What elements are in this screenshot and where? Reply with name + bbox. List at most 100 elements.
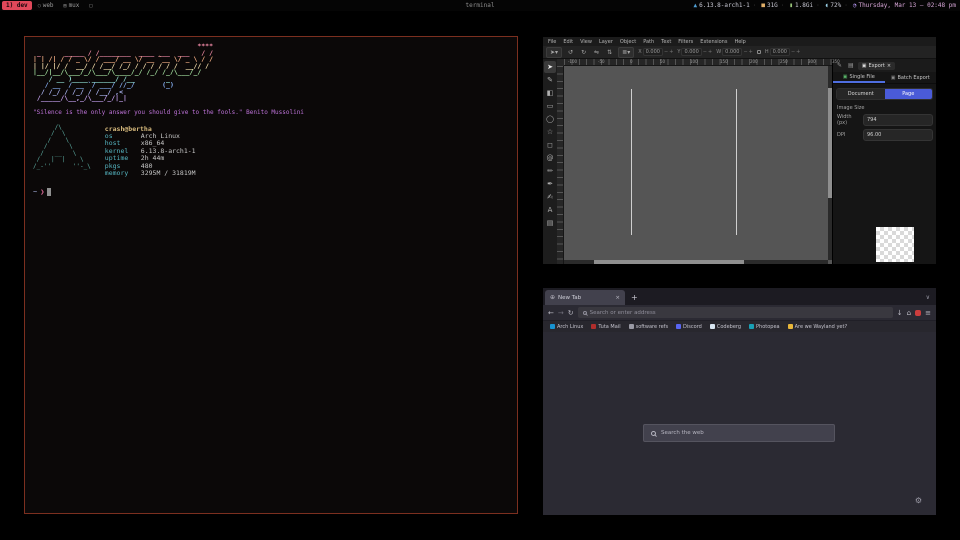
close-icon[interactable]: × — [615, 295, 620, 301]
workspace-dev[interactable]: 1) dev — [2, 1, 32, 10]
node-tool[interactable]: ✎ — [544, 74, 556, 86]
align-dropdown[interactable]: ≣▾ — [618, 47, 634, 58]
inkscape-window[interactable]: File Edit View Layer Object Path Text Fi… — [543, 37, 936, 264]
y-minus-button[interactable]: − — [703, 49, 707, 55]
export-mode-tabs: ▣ Single File ▣ Batch Export — [833, 72, 936, 84]
pencil-tool[interactable]: ✏ — [544, 165, 556, 177]
new-tab-button[interactable]: + — [631, 293, 638, 302]
workspace-mux[interactable]: ▤ mux — [60, 1, 84, 10]
dpi-field[interactable]: 96.00 — [863, 129, 933, 141]
vertical-scrollbar[interactable] — [828, 66, 832, 260]
y-value[interactable]: 0.000 — [681, 48, 701, 56]
tab-single-file[interactable]: ▣ Single File — [833, 72, 885, 83]
menu-file[interactable]: File — [548, 39, 556, 45]
y-plus-button[interactable]: + — [708, 49, 712, 55]
bookmark-discord[interactable]: Discord — [676, 324, 702, 330]
bookmark-photopea[interactable]: Photopea — [749, 324, 780, 330]
ellipse-tool[interactable]: ◯ — [544, 113, 556, 125]
dpi-label: DPI — [837, 132, 861, 138]
document-button[interactable]: Document — [837, 89, 885, 99]
flip-horizontal-icon[interactable]: ⇋ — [592, 49, 601, 56]
back-button[interactable]: ← — [548, 309, 554, 317]
w-value[interactable]: 0.000 — [722, 48, 742, 56]
x-minus-button[interactable]: − — [664, 49, 668, 55]
folder-icon — [629, 324, 634, 329]
forward-button[interactable]: → — [558, 309, 564, 317]
menu-text[interactable]: Text — [661, 39, 671, 45]
x-plus-button[interactable]: + — [669, 49, 673, 55]
close-icon[interactable]: × — [887, 63, 891, 69]
newtab-search-input[interactable]: Search the web — [643, 424, 835, 442]
w-plus-button[interactable]: + — [749, 49, 753, 55]
gradient-tool[interactable]: ▤ — [544, 217, 556, 229]
selector-tool[interactable]: ➤ — [544, 61, 556, 73]
menu-view[interactable]: View — [580, 39, 592, 45]
shell-prompt[interactable]: ~ ❯ — [33, 188, 509, 196]
pen-tool[interactable]: ✒ — [544, 178, 556, 190]
rectangle-tool[interactable]: ▭ — [544, 100, 556, 112]
tab-list-chevron-icon[interactable]: ∨ — [926, 294, 934, 301]
w-spinbox[interactable]: W 0.000 − + — [716, 48, 753, 56]
scrollbar-thumb[interactable] — [594, 260, 744, 264]
h-value[interactable]: 0.000 — [770, 48, 790, 56]
kernel-text: 6.13.8-arch1-1 — [699, 2, 750, 9]
image-size-heading: Image Size — [837, 105, 932, 111]
menu-filters[interactable]: Filters — [678, 39, 693, 45]
box3d-tool[interactable]: ◻ — [544, 139, 556, 151]
tab-new-tab[interactable]: ⊕ New Tab × — [545, 290, 625, 305]
workspace-empty[interactable]: □ — [85, 2, 96, 10]
extension-icon[interactable] — [915, 310, 921, 316]
scrollbar-thumb[interactable] — [828, 88, 832, 198]
menu-object[interactable]: Object — [620, 39, 636, 45]
y-spinbox[interactable]: Y 0.000 − + — [677, 48, 712, 56]
bookmark-label: Are we Wayland yet? — [795, 324, 847, 330]
workspace-web[interactable]: ○ web — [34, 1, 58, 10]
star-tool[interactable]: ☆ — [544, 126, 556, 138]
volume-module[interactable]: ◖ 72% — [816, 2, 841, 9]
gear-icon[interactable]: ⚙ — [915, 496, 922, 505]
ruler-corner-lock-icon[interactable] — [557, 59, 564, 66]
terminal-window[interactable]: **** _ _____ / /________ ____ ___ ___ / … — [24, 36, 518, 514]
menu-icon[interactable]: ≡ — [925, 309, 931, 317]
rotate-cw-icon[interactable]: ↻ — [579, 49, 588, 56]
volume-text: 72% — [830, 2, 841, 9]
h-plus-button[interactable]: + — [796, 49, 800, 55]
home-icon[interactable]: ⌂ — [907, 309, 911, 317]
spiral-tool[interactable]: @ — [544, 152, 556, 164]
x-spinbox[interactable]: X 0.000 − + — [638, 48, 673, 56]
horizontal-scrollbar[interactable] — [564, 260, 828, 264]
lock-ratio-icon[interactable] — [757, 50, 761, 54]
calligraphy-tool[interactable]: ✍ — [544, 191, 556, 203]
flip-vertical-icon[interactable]: ⇅ — [605, 49, 614, 56]
h-minus-button[interactable]: − — [791, 49, 795, 55]
width-field[interactable]: 794 — [863, 114, 933, 126]
url-bar[interactable]: Search or enter address — [578, 307, 893, 318]
menu-help[interactable]: Help — [734, 39, 745, 45]
layers-dock-icon[interactable]: ▤ — [846, 62, 856, 69]
select-mode-dropdown[interactable]: ➤▾ — [546, 47, 562, 58]
inkscape-canvas[interactable]: -100 -50 0 50 100 150 200 250 300 350 — [557, 59, 832, 264]
page-button[interactable]: Page — [885, 89, 933, 99]
h-spinbox[interactable]: H 0.000 − + — [765, 48, 801, 56]
bookmark-are-we-wayland-yet[interactable]: Are we Wayland yet? — [788, 324, 847, 330]
bookmark-arch-linux[interactable]: Arch Linux — [550, 324, 583, 330]
bookmark-codeberg[interactable]: Codeberg — [710, 324, 741, 330]
fetch-row-memory: memory3295M / 31819M — [105, 170, 196, 178]
bookmark-tuta-mail[interactable]: Tuta Mail — [591, 324, 620, 330]
x-value[interactable]: 0.000 — [643, 48, 663, 56]
text-tool[interactable]: A — [544, 204, 556, 216]
shape-builder-tool[interactable]: ◧ — [544, 87, 556, 99]
downloads-icon[interactable]: ↓ — [897, 309, 903, 317]
w-minus-button[interactable]: − — [743, 49, 747, 55]
menu-layer[interactable]: Layer — [599, 39, 613, 45]
menu-extensions[interactable]: Extensions — [700, 39, 727, 45]
rotate-ccw-icon[interactable]: ↺ — [566, 49, 575, 56]
tab-batch-export[interactable]: ▣ Batch Export — [885, 72, 937, 83]
menu-path[interactable]: Path — [643, 39, 654, 45]
browser-window[interactable]: ⊕ New Tab × + ∨ ← → ↻ Search or enter ad… — [543, 288, 936, 515]
fetch-output: /\ / \ / \ / \ / __ \ / | | \ /_-'' ''-_… — [33, 125, 509, 178]
export-dock-tab[interactable]: ▣ Export × — [858, 62, 895, 70]
reload-button[interactable]: ↻ — [568, 309, 574, 317]
bookmark-software-refs[interactable]: software refs — [629, 324, 668, 330]
menu-edit[interactable]: Edit — [563, 39, 573, 45]
